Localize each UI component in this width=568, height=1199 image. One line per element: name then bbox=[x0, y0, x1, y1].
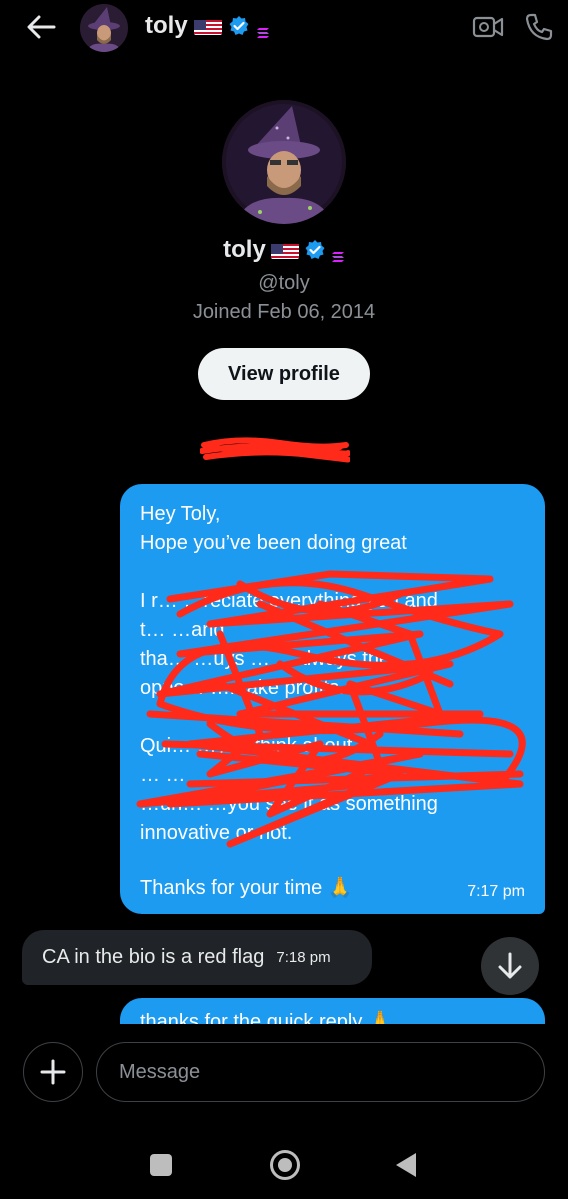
video-call-icon[interactable] bbox=[472, 13, 504, 41]
solana-icon bbox=[331, 243, 345, 262]
incoming-message-bubble[interactable]: CA in the bio is a red flag 7:18 pm bbox=[22, 930, 372, 985]
scroll-to-bottom-button[interactable] bbox=[481, 937, 539, 995]
header-avatar[interactable] bbox=[80, 4, 128, 52]
message-line: oppo… …make profits. bbox=[140, 677, 345, 699]
outgoing-message-bubble-partial[interactable]: thanks for the quick reply 🙏 bbox=[120, 998, 545, 1024]
message-line: innovative or not. bbox=[140, 822, 293, 844]
arrow-down-icon bbox=[498, 952, 522, 979]
message-timestamp: 7:17 pm bbox=[467, 883, 525, 900]
home-button[interactable] bbox=[270, 1150, 300, 1180]
message-timestamp: 7:18 pm bbox=[276, 949, 331, 966]
redacted-date-scribble bbox=[200, 437, 350, 463]
message-line: …un… …you see it as something bbox=[140, 793, 438, 815]
redacted-paragraph: Qui… …you think about … … …un… …you see … bbox=[140, 732, 525, 848]
back-button[interactable] bbox=[22, 12, 60, 42]
message-line: Hope you’ve been doing great bbox=[140, 532, 407, 554]
profile-card: toly @toly Joined Feb 06, 2014 View prof… bbox=[0, 100, 568, 400]
message-line: Hey Toly, bbox=[140, 503, 221, 525]
recents-button[interactable] bbox=[150, 1154, 172, 1176]
profile-joined-date: Joined Feb 06, 2014 bbox=[192, 301, 376, 323]
wizard-avatar bbox=[222, 100, 346, 224]
profile-handle: @toly bbox=[258, 272, 310, 294]
view-profile-button[interactable]: View profile bbox=[198, 348, 370, 400]
profile-name: toly bbox=[0, 236, 568, 264]
add-attachment-button[interactable] bbox=[23, 1042, 83, 1102]
message-closing: Thanks for your time 🙏 bbox=[140, 877, 353, 899]
phone-icon[interactable] bbox=[524, 12, 554, 42]
verified-badge-icon bbox=[304, 239, 326, 261]
message-text: CA in the bio is a red flag bbox=[42, 946, 265, 968]
profile-avatar[interactable] bbox=[222, 100, 346, 224]
chat-header: toly bbox=[0, 0, 568, 56]
header-actions bbox=[472, 12, 554, 42]
verified-badge-icon bbox=[228, 15, 250, 37]
system-navigation-bar bbox=[0, 1130, 568, 1199]
profile-name-text: toly bbox=[223, 236, 266, 263]
solana-icon bbox=[256, 19, 270, 38]
system-back-button[interactable] bbox=[396, 1153, 416, 1177]
header-name-text: toly bbox=[145, 12, 188, 39]
header-name[interactable]: toly bbox=[145, 12, 270, 40]
wizard-avatar bbox=[80, 4, 128, 52]
message-line: tha… …uys … …always the bbox=[140, 648, 391, 670]
message-line: t… …and bbox=[140, 619, 225, 641]
arrow-left-icon bbox=[27, 15, 56, 39]
redacted-paragraph: I r… …reciate everything you and t… …and… bbox=[140, 587, 525, 703]
plus-icon bbox=[40, 1059, 66, 1085]
message-text: thanks for the quick reply 🙏 bbox=[140, 1011, 393, 1024]
message-line: … … bbox=[140, 764, 186, 786]
message-line: Qui… …you think about bbox=[140, 735, 353, 757]
message-input[interactable] bbox=[96, 1042, 545, 1102]
message-line: I r… …reciate everything you and bbox=[140, 590, 438, 612]
outgoing-message-bubble[interactable]: Hey Toly, Hope you’ve been doing great I… bbox=[120, 484, 545, 914]
us-flag-icon bbox=[270, 241, 299, 259]
us-flag-icon bbox=[193, 17, 222, 35]
